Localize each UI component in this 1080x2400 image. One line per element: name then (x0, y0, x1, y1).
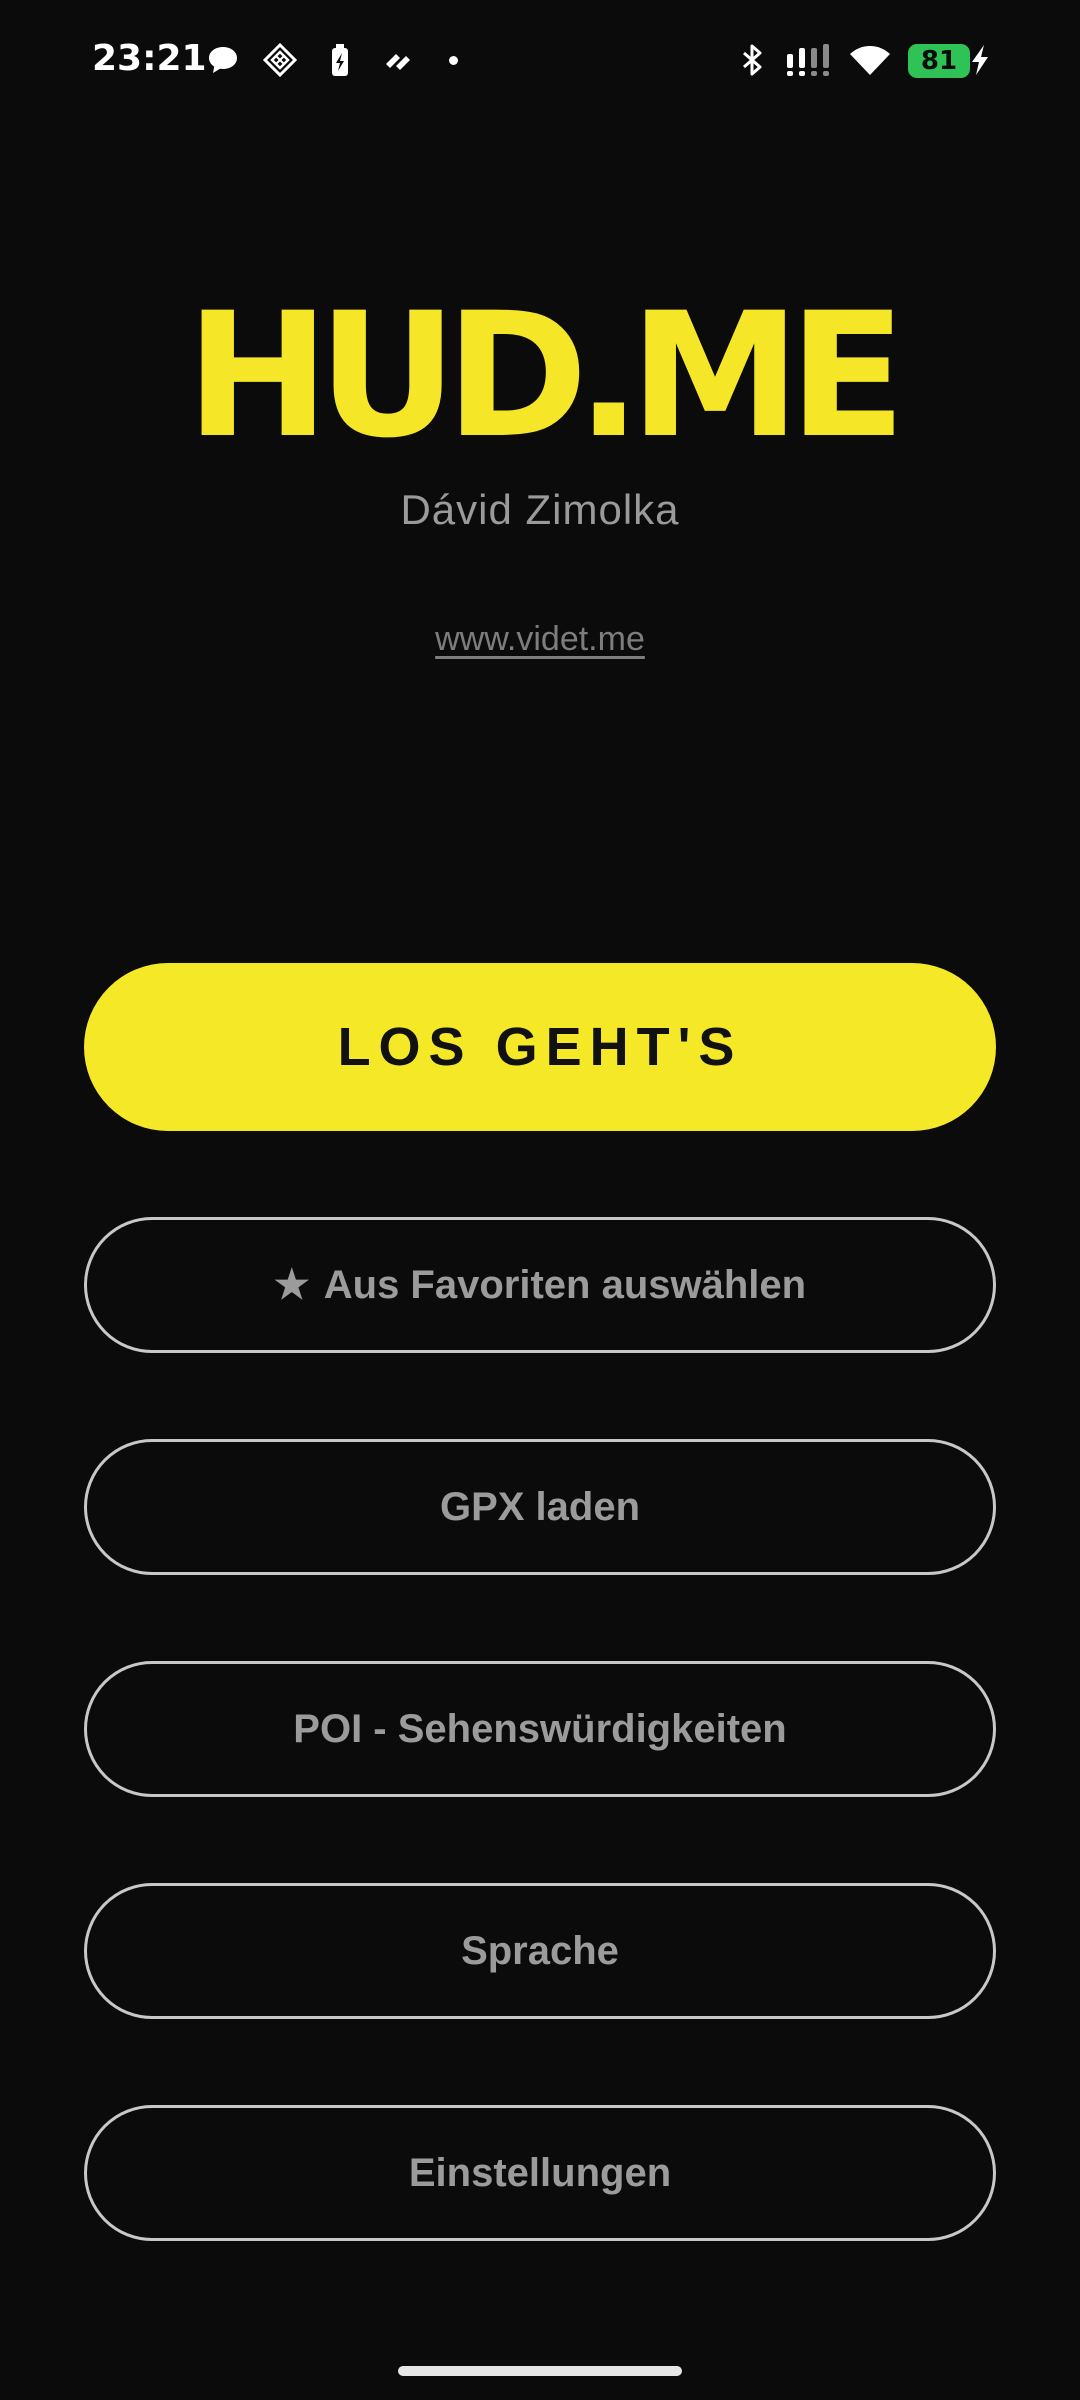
start-button[interactable]: LOS GEHT'S (84, 963, 996, 1131)
language-button[interactable]: Sprache (84, 1883, 996, 2019)
settings-button-label: Einstellungen (408, 2150, 672, 2195)
bluetooth-icon (743, 44, 762, 76)
favorites-button[interactable]: ★ Aus Favoriten auswählen (84, 1217, 996, 1353)
favorites-button-label: Aus Favoriten auswählen (323, 1262, 807, 1307)
website-link[interactable]: www.videt.me (0, 620, 1080, 659)
load-gpx-button-label: GPX laden (439, 1484, 641, 1529)
language-button-label: Sprache (461, 1928, 619, 1973)
battery-icon: 81 (908, 44, 970, 78)
home-indicator[interactable] (398, 2366, 682, 2376)
diamond-grid-icon (262, 42, 298, 78)
charging-bolt-icon (972, 45, 988, 75)
battery-level: 81 (920, 46, 958, 76)
notification-dot-icon (449, 56, 458, 65)
settings-button[interactable]: Einstellungen (84, 2105, 996, 2241)
author-name: Dávid Zimolka (400, 486, 680, 533)
link-app-icon (386, 54, 410, 70)
poi-button[interactable]: POI - Sehenswürdigkeiten (84, 1661, 996, 1797)
battery-saver-icon (332, 44, 348, 76)
status-time: 23:21 (92, 38, 207, 79)
start-button-label: LOS GEHT'S (337, 1017, 743, 1077)
app-logo: HUD.ME (185, 275, 906, 476)
chat-bubble-icon (209, 47, 237, 73)
star-icon: ★ (273, 1263, 310, 1307)
signal-icon (787, 44, 829, 76)
wifi-icon (850, 46, 890, 75)
load-gpx-button[interactable]: GPX laden (84, 1439, 996, 1575)
poi-button-label: POI - Sehenswürdigkeiten (293, 1706, 787, 1751)
status-bar: 23:21 81 (0, 0, 1080, 125)
